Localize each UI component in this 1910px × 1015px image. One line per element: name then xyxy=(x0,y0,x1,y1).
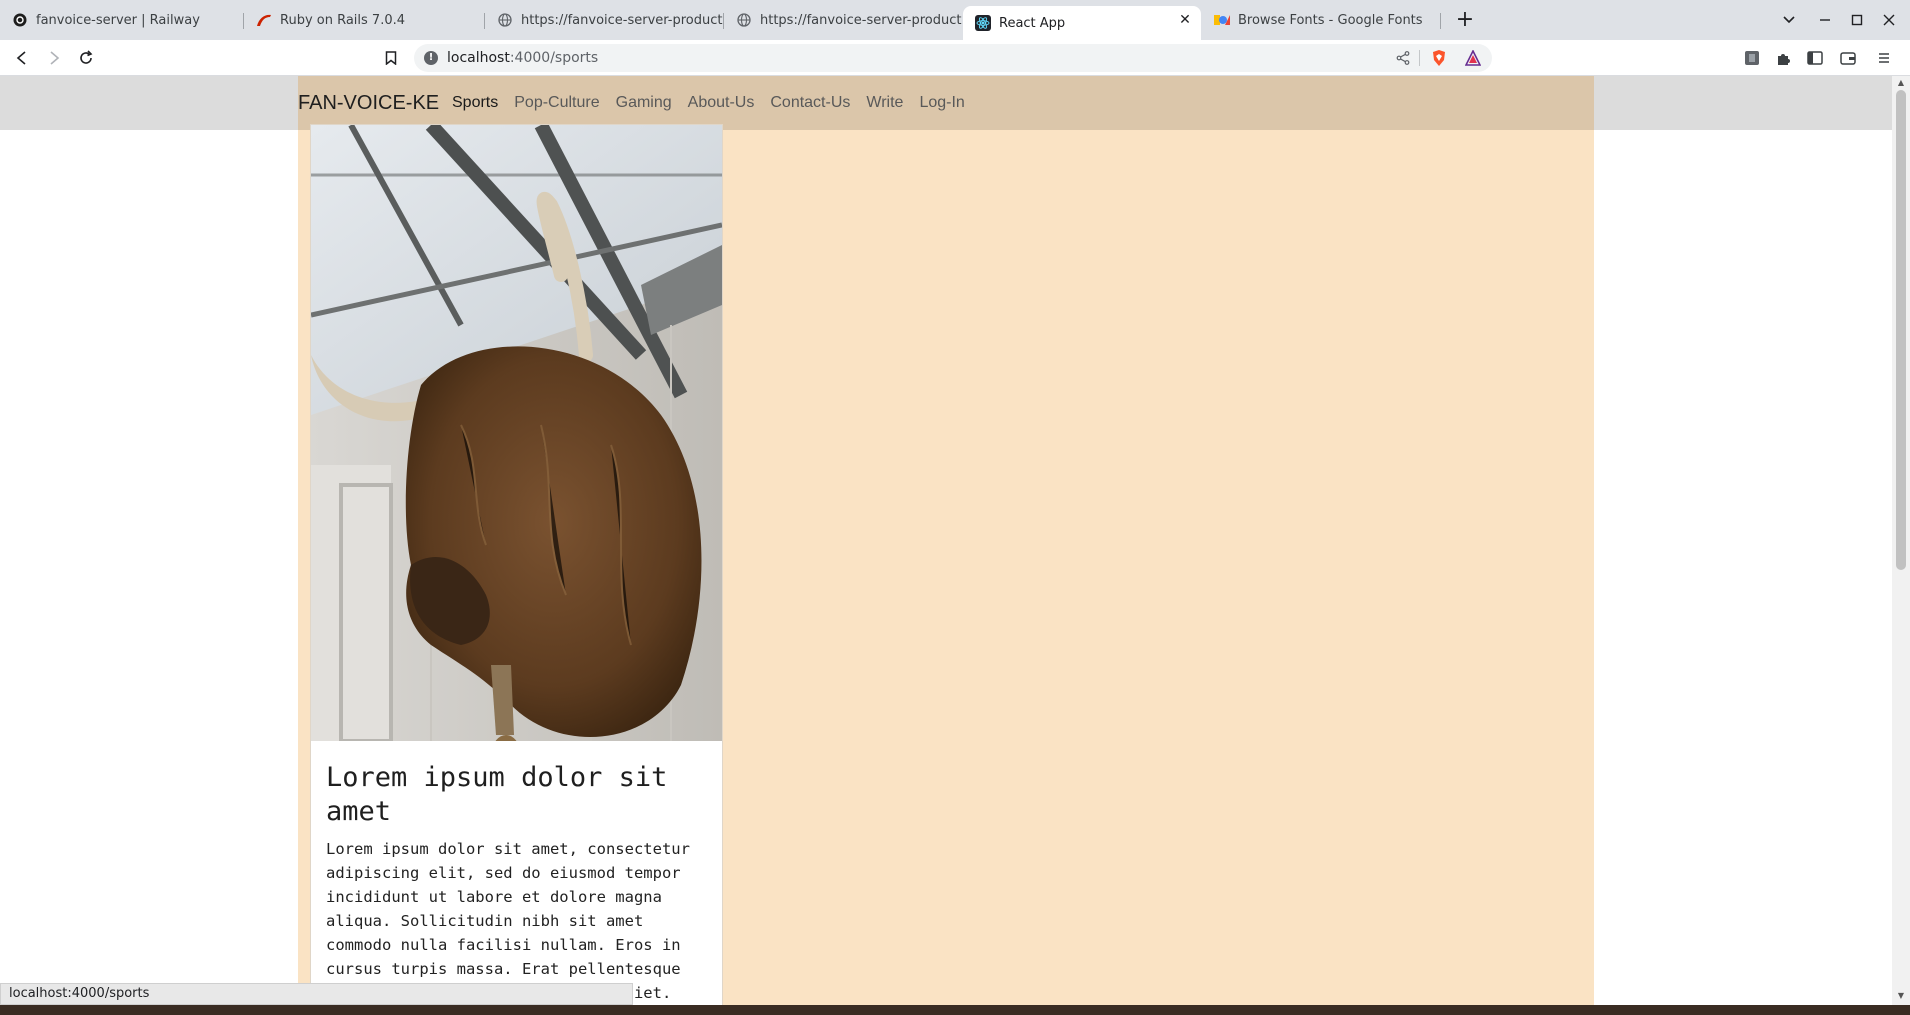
nav-gaming[interactable]: Gaming xyxy=(616,94,672,112)
nav-log-in[interactable]: Log-In xyxy=(919,94,964,112)
extensions-icon[interactable] xyxy=(1772,46,1796,70)
address-bar[interactable]: ! localhost:4000/sports xyxy=(414,44,1492,72)
browser-toolbar: ! localhost:4000/sports xyxy=(0,40,1910,76)
menu-icon[interactable] xyxy=(1872,46,1896,70)
tab-separator xyxy=(1440,13,1441,29)
brave-rewards-icon[interactable] xyxy=(1464,49,1482,67)
forward-icon[interactable] xyxy=(42,46,66,70)
tab-title: Ruby on Rails 7.0.4 xyxy=(280,12,406,28)
scroll-up-icon[interactable]: ▲ xyxy=(1896,78,1906,88)
page-viewport: FAN-VOICE-KE Sports Pop-Culture Gaming A… xyxy=(0,76,1892,1005)
nav-write[interactable]: Write xyxy=(866,94,903,112)
google-fonts-icon xyxy=(1214,12,1230,28)
close-window-icon[interactable] xyxy=(1876,8,1902,32)
card-title[interactable]: Lorem ipsum dolor sit amet xyxy=(326,761,711,829)
tab-title: https://fanvoice-server-productio xyxy=(521,12,723,28)
rails-icon xyxy=(256,12,272,28)
tab-search-icon[interactable] xyxy=(1776,8,1802,32)
main-nav: Sports Pop-Culture Gaming About-Us Conta… xyxy=(452,94,965,112)
browser-tab-strip: fanvoice-server | Railway Ruby on Rails … xyxy=(0,0,1910,40)
card-text: Lorem ipsum dolor sit amet, consectetur … xyxy=(326,840,690,1002)
tab-title: Browse Fonts - Google Fonts xyxy=(1238,12,1423,28)
article-card[interactable]: Lorem ipsum dolor sit amet Lorem ipsum d… xyxy=(310,124,723,1005)
bookmark-icon[interactable] xyxy=(379,46,403,70)
desktop-edge xyxy=(0,1005,1910,1015)
tab-fanvoice-server-1[interactable]: https://fanvoice-server-productio xyxy=(485,6,723,34)
share-icon[interactable] xyxy=(1394,49,1412,67)
nav-contact-us[interactable]: Contact-Us xyxy=(770,94,850,112)
scroll-down-icon[interactable]: ▼ xyxy=(1896,991,1906,1001)
card-image[interactable] xyxy=(311,125,722,741)
globe-icon xyxy=(497,12,513,28)
nav-pop-culture[interactable]: Pop-Culture xyxy=(514,94,599,112)
site-info-icon[interactable]: ! xyxy=(424,51,438,65)
page-scrollbar[interactable]: ▲ ▼ xyxy=(1892,76,1910,1005)
nav-sports[interactable]: Sports xyxy=(452,94,498,112)
tab-title: React App xyxy=(999,15,1066,31)
maximize-icon[interactable] xyxy=(1844,8,1870,32)
status-bar-url: localhost:4000/sports xyxy=(0,983,633,1005)
card-body: Lorem ipsum dolor sit amet Lorem ipsum d… xyxy=(326,761,711,1005)
globe-icon xyxy=(736,12,752,28)
tab-title: fanvoice-server | Railway xyxy=(36,12,200,28)
sidebar-icon[interactable] xyxy=(1803,46,1827,70)
reload-icon[interactable] xyxy=(74,46,98,70)
new-tab-button[interactable]: + xyxy=(1452,8,1478,34)
back-icon[interactable] xyxy=(10,46,34,70)
omnibox-divider xyxy=(1419,50,1420,66)
brave-shields-icon[interactable] xyxy=(1430,49,1448,67)
tab-rails[interactable]: Ruby on Rails 7.0.4 xyxy=(244,6,484,34)
address-url: localhost:4000/sports xyxy=(447,50,598,66)
tab-title: https://fanvoice-server-productio xyxy=(760,12,962,28)
tab-google-fonts[interactable]: Browse Fonts - Google Fonts xyxy=(1202,6,1440,34)
url-host: localhost xyxy=(447,50,510,66)
close-tab-icon[interactable]: ✕ xyxy=(1177,12,1193,28)
scrollbar-thumb[interactable] xyxy=(1896,90,1906,570)
nav-about-us[interactable]: About-Us xyxy=(688,94,755,112)
highland-cow-photo xyxy=(311,125,722,741)
railway-icon xyxy=(12,12,28,28)
tab-fanvoice-server-2[interactable]: https://fanvoice-server-productio xyxy=(724,6,962,34)
url-path: :4000/sports xyxy=(509,50,599,66)
extension-puzzle-dark-icon[interactable] xyxy=(1740,46,1764,70)
tab-railway[interactable]: fanvoice-server | Railway xyxy=(0,6,243,34)
wallet-icon[interactable] xyxy=(1836,46,1860,70)
brand-logo[interactable]: FAN-VOICE-KE xyxy=(298,92,439,115)
tab-react-app[interactable]: React App ✕ xyxy=(963,6,1201,40)
react-icon xyxy=(975,15,991,31)
minimize-icon[interactable] xyxy=(1812,8,1838,32)
